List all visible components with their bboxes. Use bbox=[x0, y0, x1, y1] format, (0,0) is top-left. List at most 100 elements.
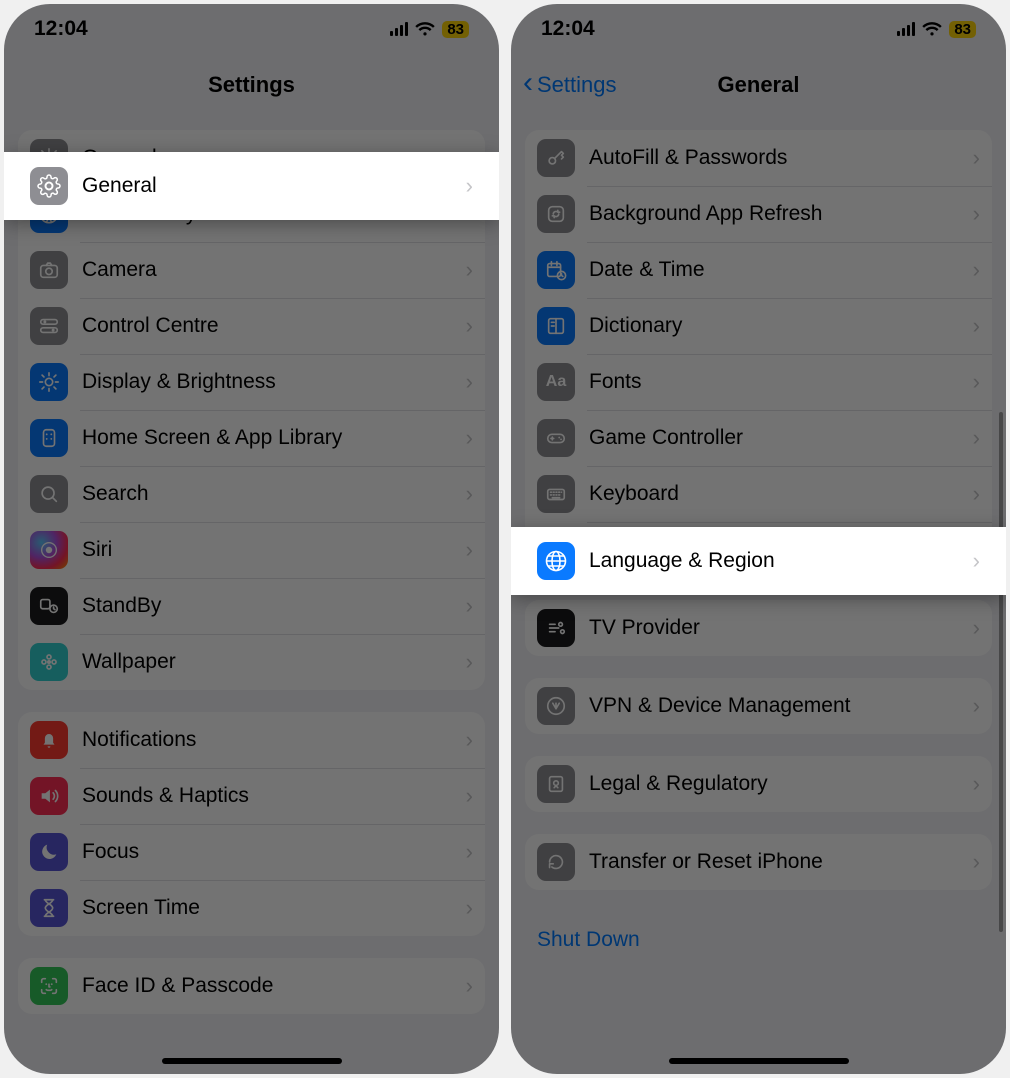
chevron-right-icon: › bbox=[466, 313, 473, 339]
nav-bar: ‹ Settings General bbox=[511, 54, 1006, 116]
cellular-signal-icon bbox=[390, 22, 409, 36]
row-label: StandBy bbox=[82, 594, 466, 618]
back-button[interactable]: ‹ Settings bbox=[523, 70, 617, 100]
scrollbar-indicator bbox=[999, 412, 1003, 932]
status-bar: 12:04 83 bbox=[511, 4, 1006, 54]
row-label: Legal & Regulatory bbox=[589, 772, 973, 796]
row-general-highlight[interactable]: General › bbox=[4, 152, 499, 220]
row-vpn[interactable]: VPN & Device Management› bbox=[525, 678, 992, 734]
row-standby[interactable]: StandBy› bbox=[18, 578, 485, 634]
flower-icon bbox=[30, 643, 68, 681]
switches-icon bbox=[30, 307, 68, 345]
phone-grid-icon bbox=[30, 419, 68, 457]
keyboard-icon bbox=[537, 475, 575, 513]
magnify-icon bbox=[30, 475, 68, 513]
row-autofill[interactable]: AutoFill & Passwords› bbox=[525, 130, 992, 186]
row-control-centre[interactable]: Control Centre› bbox=[18, 298, 485, 354]
chevron-right-icon: › bbox=[466, 425, 473, 451]
status-time: 12:04 bbox=[34, 17, 88, 41]
row-label: Language & Region bbox=[589, 549, 973, 573]
shut-down-link[interactable]: Shut Down bbox=[525, 912, 992, 952]
chevron-right-icon: › bbox=[973, 849, 980, 875]
row-label: TV Provider bbox=[589, 616, 973, 640]
chevron-right-icon: › bbox=[973, 201, 980, 227]
chevron-right-icon: › bbox=[466, 257, 473, 283]
chevron-right-icon: › bbox=[973, 615, 980, 641]
calendar-clock-icon bbox=[537, 251, 575, 289]
chevron-left-icon: ‹ bbox=[523, 68, 533, 98]
faceid-icon bbox=[30, 967, 68, 1005]
row-keyboard[interactable]: Keyboard› bbox=[525, 466, 992, 522]
chevron-right-icon: › bbox=[466, 649, 473, 675]
camera-icon bbox=[30, 251, 68, 289]
chevron-right-icon: › bbox=[466, 481, 473, 507]
row-transfer-reset[interactable]: Transfer or Reset iPhone› bbox=[525, 834, 992, 890]
chevron-right-icon: › bbox=[973, 257, 980, 283]
row-label: Search bbox=[82, 482, 466, 506]
moon-icon bbox=[30, 833, 68, 871]
row-faceid[interactable]: Face ID & Passcode› bbox=[18, 958, 485, 1014]
battery-badge: 83 bbox=[442, 21, 469, 38]
cert-icon bbox=[537, 765, 575, 803]
controller-icon bbox=[537, 419, 575, 457]
row-game-controller[interactable]: Game Controller› bbox=[525, 410, 992, 466]
home-indicator[interactable] bbox=[669, 1058, 849, 1064]
row-fonts[interactable]: AaFonts› bbox=[525, 354, 992, 410]
row-dictionary[interactable]: Dictionary› bbox=[525, 298, 992, 354]
row-wallpaper[interactable]: Wallpaper› bbox=[18, 634, 485, 690]
row-label: Dictionary bbox=[589, 314, 973, 338]
row-camera[interactable]: Camera› bbox=[18, 242, 485, 298]
status-bar: 12:04 83 bbox=[4, 4, 499, 54]
hourglass-icon bbox=[30, 889, 68, 927]
row-tv-provider[interactable]: TV Provider› bbox=[525, 600, 992, 656]
row-label: Sounds & Haptics bbox=[82, 784, 466, 808]
cellular-signal-icon bbox=[897, 22, 916, 36]
settings-group: Notifications›Sounds & Haptics›Focus›Scr… bbox=[18, 712, 485, 936]
row-label: Camera bbox=[82, 258, 466, 282]
row-legal[interactable]: Legal & Regulatory› bbox=[525, 756, 992, 812]
row-sounds-haptics[interactable]: Sounds & Haptics› bbox=[18, 768, 485, 824]
siri-icon bbox=[30, 531, 68, 569]
row-search[interactable]: Search› bbox=[18, 466, 485, 522]
row-label: Screen Time bbox=[82, 896, 466, 920]
chevron-right-icon: › bbox=[973, 481, 980, 507]
row-siri[interactable]: Siri› bbox=[18, 522, 485, 578]
wifi-icon bbox=[415, 22, 435, 37]
row-notifications[interactable]: Notifications› bbox=[18, 712, 485, 768]
row-screen-time[interactable]: Screen Time› bbox=[18, 880, 485, 936]
settings-group: VPN & Device Management› bbox=[525, 678, 992, 734]
row-bg-refresh[interactable]: Background App Refresh› bbox=[525, 186, 992, 242]
nav-bar: Settings bbox=[4, 54, 499, 116]
chevron-right-icon: › bbox=[466, 369, 473, 395]
home-indicator[interactable] bbox=[162, 1058, 342, 1064]
row-date-time[interactable]: Date & Time› bbox=[525, 242, 992, 298]
status-icons: 83 bbox=[897, 21, 976, 38]
chevron-right-icon: › bbox=[466, 537, 473, 563]
page-title: Settings bbox=[208, 72, 295, 98]
row-label: Date & Time bbox=[589, 258, 973, 282]
row-label: Background App Refresh bbox=[589, 202, 973, 226]
settings-list[interactable]: General›Accessibility›Camera›Control Cen… bbox=[4, 116, 499, 1074]
battery-badge: 83 bbox=[949, 21, 976, 38]
row-label: Home Screen & App Library bbox=[82, 426, 466, 450]
page-title: General bbox=[718, 72, 800, 98]
chevron-right-icon: › bbox=[973, 145, 980, 171]
general-screen-right: 12:04 83 ‹ Settings General AutoFill & P… bbox=[511, 4, 1006, 1074]
book-icon bbox=[537, 307, 575, 345]
bell-icon bbox=[30, 721, 68, 759]
row-label: Wallpaper bbox=[82, 650, 466, 674]
wifi-icon bbox=[922, 22, 942, 37]
chevron-right-icon: › bbox=[973, 693, 980, 719]
settings-group: TV Provider› bbox=[525, 600, 992, 656]
row-label: AutoFill & Passwords bbox=[589, 146, 973, 170]
row-focus[interactable]: Focus› bbox=[18, 824, 485, 880]
row-label: VPN & Device Management bbox=[589, 694, 973, 718]
chevron-right-icon: › bbox=[466, 727, 473, 753]
row-display-brightness[interactable]: Display & Brightness› bbox=[18, 354, 485, 410]
general-list[interactable]: AutoFill & Passwords›Background App Refr… bbox=[511, 116, 1006, 1074]
row-home-screen[interactable]: Home Screen & App Library› bbox=[18, 410, 485, 466]
chevron-right-icon: › bbox=[466, 973, 473, 999]
row-language-region-highlight[interactable]: Language & Region › bbox=[511, 527, 1006, 595]
globe-icon bbox=[537, 542, 575, 580]
fonts-icon: Aa bbox=[537, 363, 575, 401]
